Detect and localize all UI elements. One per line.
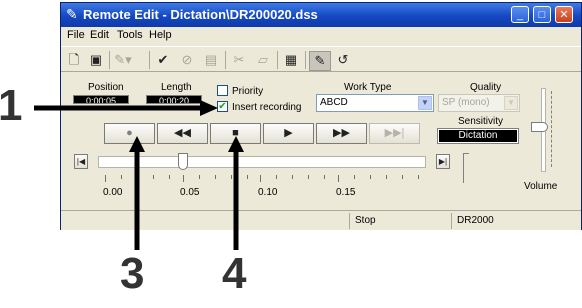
arrow-4-head (228, 136, 244, 152)
arrow-1-head (200, 100, 218, 116)
callout-arrows (34, 100, 244, 250)
arrow-3-head (129, 136, 145, 152)
